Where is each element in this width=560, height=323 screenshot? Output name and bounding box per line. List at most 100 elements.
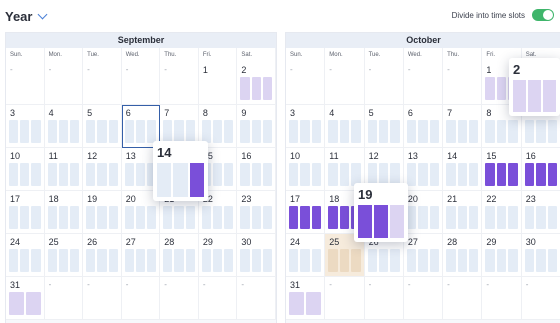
time-slot[interactable] [240, 249, 250, 272]
time-slot[interactable] [262, 206, 272, 229]
time-slot[interactable] [124, 120, 134, 143]
time-slot[interactable] [20, 249, 30, 272]
time-slot[interactable] [547, 120, 557, 143]
time-slot[interactable] [224, 163, 234, 186]
day-cell[interactable]: 31 [6, 277, 45, 320]
time-slot[interactable] [25, 292, 41, 315]
time-slot[interactable] [47, 249, 57, 272]
time-slot[interactable] [496, 77, 507, 100]
time-slot[interactable] [262, 249, 272, 272]
time-slot[interactable] [524, 120, 535, 143]
day-cell[interactable]: 27 [403, 234, 444, 277]
time-slot[interactable] [496, 120, 507, 143]
time-slot[interactable] [86, 120, 96, 143]
time-slot[interactable] [485, 120, 495, 143]
time-slot[interactable] [508, 206, 518, 229]
day-cell[interactable]: 31 [286, 277, 326, 320]
time-slot[interactable] [543, 80, 556, 112]
time-slot[interactable] [547, 249, 557, 272]
time-slot[interactable] [485, 249, 495, 272]
time-slot[interactable] [311, 163, 322, 186]
time-slot[interactable] [367, 120, 377, 143]
time-slot[interactable] [262, 77, 272, 100]
time-slot[interactable] [147, 120, 157, 143]
time-slot[interactable] [213, 120, 223, 143]
time-slot[interactable] [328, 163, 338, 186]
time-slot[interactable] [31, 206, 41, 229]
time-slot[interactable] [485, 206, 495, 229]
time-slot[interactable] [418, 163, 428, 186]
time-slot[interactable] [485, 163, 495, 186]
time-slot[interactable] [124, 163, 134, 186]
time-slot[interactable] [135, 249, 146, 272]
time-slot[interactable] [311, 120, 322, 143]
day-cell[interactable]: 12 [83, 148, 122, 191]
time-slot[interactable] [224, 206, 234, 229]
day-cell[interactable]: 24 [6, 234, 45, 277]
time-slot[interactable] [289, 249, 299, 272]
time-slot[interactable] [300, 120, 310, 143]
time-slot[interactable] [135, 206, 146, 229]
time-slot[interactable] [289, 120, 299, 143]
time-slot[interactable] [390, 205, 404, 238]
time-slot[interactable] [251, 120, 261, 143]
time-slot[interactable] [47, 206, 57, 229]
day-cell[interactable]: 1 [198, 62, 238, 105]
time-slot[interactable] [406, 163, 417, 186]
time-slot[interactable] [31, 249, 41, 272]
day-cell[interactable]: 5 [364, 105, 404, 148]
day-cell[interactable]: 20 [403, 191, 444, 234]
day-cell[interactable]: 23 [237, 191, 276, 234]
time-slot[interactable] [69, 206, 80, 229]
day-cell[interactable]: 3 [6, 105, 45, 148]
time-slot[interactable] [213, 163, 223, 186]
time-slot[interactable] [547, 163, 557, 186]
day-cell[interactable]: 10 [286, 148, 326, 191]
time-slot[interactable] [213, 249, 223, 272]
time-slot[interactable] [97, 163, 107, 186]
day-cell[interactable]: 29 [482, 234, 522, 277]
time-slot[interactable] [468, 120, 479, 143]
time-slot[interactable] [457, 120, 467, 143]
time-slot[interactable] [378, 120, 389, 143]
day-cell[interactable]: 16 [521, 148, 560, 191]
day-cell[interactable]: 3 [286, 105, 326, 148]
time-slot[interactable] [9, 206, 19, 229]
time-slot[interactable] [328, 206, 338, 229]
time-slot[interactable] [536, 206, 546, 229]
time-slot[interactable] [300, 249, 310, 272]
time-slot[interactable] [406, 249, 417, 272]
time-slot[interactable] [58, 120, 68, 143]
time-slot[interactable] [289, 206, 299, 229]
day-cell[interactable]: 24 [286, 234, 326, 277]
time-slot[interactable] [108, 120, 118, 143]
time-slot[interactable] [496, 249, 507, 272]
time-slot[interactable] [485, 77, 495, 100]
day-preview-popup[interactable]: 2 [509, 58, 560, 116]
time-slot[interactable] [536, 163, 546, 186]
day-cell[interactable]: 25 [44, 234, 84, 277]
day-cell[interactable]: 4 [44, 105, 84, 148]
time-slot[interactable] [300, 163, 310, 186]
time-slot[interactable] [547, 206, 557, 229]
time-slot[interactable] [429, 120, 440, 143]
time-slot[interactable] [328, 249, 338, 272]
time-slot[interactable] [457, 163, 467, 186]
time-slot[interactable] [251, 163, 261, 186]
time-slot[interactable] [47, 163, 57, 186]
time-slot[interactable] [406, 206, 417, 229]
time-slot[interactable] [328, 120, 338, 143]
time-slot[interactable] [496, 206, 507, 229]
time-slot[interactable] [185, 249, 195, 272]
day-cell[interactable]: 4 [325, 105, 365, 148]
time-slot[interactable] [31, 163, 41, 186]
time-slot[interactable] [251, 206, 261, 229]
day-cell[interactable]: 30 [237, 234, 276, 277]
time-slot[interactable] [9, 163, 19, 186]
time-slot[interactable] [185, 206, 195, 229]
time-slot[interactable] [157, 163, 172, 197]
time-slot[interactable] [351, 249, 361, 272]
time-slot[interactable] [446, 163, 456, 186]
time-slot[interactable] [289, 292, 305, 315]
time-slot[interactable] [240, 206, 250, 229]
